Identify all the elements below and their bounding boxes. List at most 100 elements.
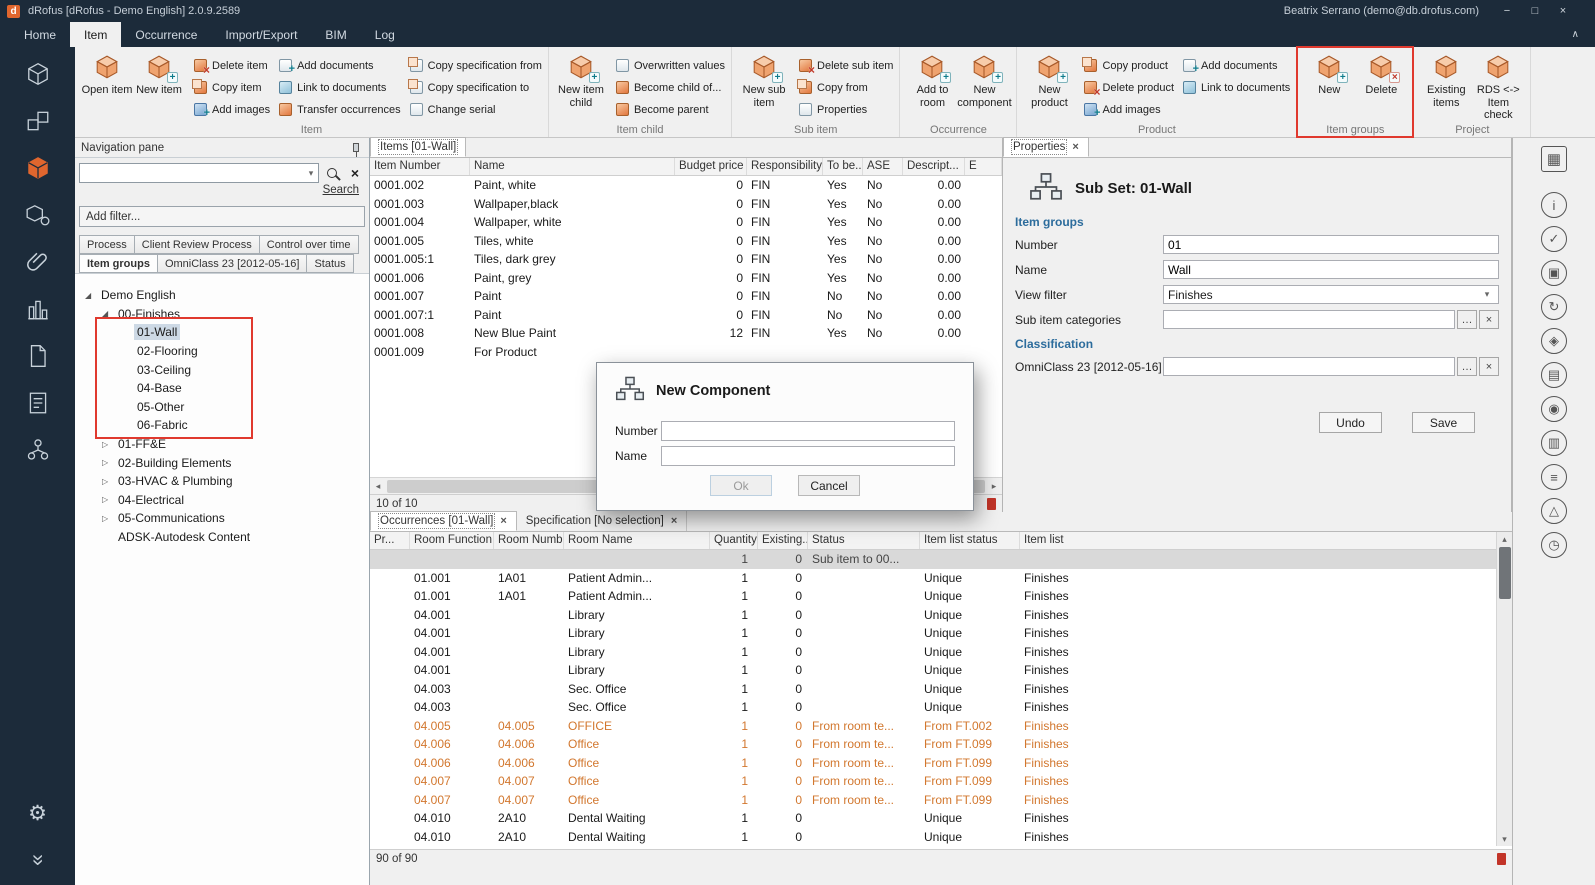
column-header[interactable]: Item list bbox=[1020, 532, 1512, 549]
products-icon[interactable] bbox=[23, 200, 53, 230]
menu-tab[interactable]: Item bbox=[70, 22, 121, 47]
pin-icon[interactable] bbox=[353, 143, 359, 152]
occurrence-row[interactable]: 04.010 2A10 Dental Waiting 1 0 Unique Fi… bbox=[370, 809, 1512, 828]
occurrence-row[interactable]: 04.006 04.006 Office 1 0 From room te...… bbox=[370, 735, 1512, 754]
items-tab[interactable]: Items [01-Wall] bbox=[370, 137, 466, 157]
ribbon-small-button[interactable]: Copy specification to bbox=[410, 80, 542, 95]
images-icon[interactable]: ▥ bbox=[1541, 430, 1567, 456]
search-input[interactable] bbox=[80, 165, 304, 181]
save-button[interactable]: Save bbox=[1412, 412, 1475, 433]
add-to-room-button[interactable]: + Add to room bbox=[906, 50, 958, 122]
minimize-button[interactable]: − bbox=[1493, 0, 1521, 22]
close-tab-icon[interactable]: × bbox=[500, 515, 506, 527]
menu-tab[interactable]: BIM bbox=[311, 22, 360, 47]
occurrence-row[interactable]: 04.010 2A10 Dental Waiting 1 0 Unique Fi… bbox=[370, 828, 1512, 847]
tree-item[interactable]: 05-Other bbox=[75, 398, 369, 417]
tree-expander-icon[interactable]: ▷ bbox=[102, 495, 115, 504]
dialog-name-field[interactable] bbox=[661, 446, 955, 466]
occurrence-row[interactable]: 04.001 Library 1 0 Unique Finishes bbox=[370, 661, 1512, 680]
filter-tab[interactable]: Status bbox=[307, 254, 353, 273]
attachments-icon[interactable] bbox=[23, 247, 53, 277]
tree-item[interactable]: ◢ 00-Finishes bbox=[75, 305, 369, 324]
tree-item[interactable]: ▷ 04-Electrical bbox=[75, 491, 369, 510]
tree-item[interactable]: 02-Flooring bbox=[75, 342, 369, 361]
item-row[interactable]: 0001.007 Paint 0 FIN No No 0.00 bbox=[370, 287, 1002, 306]
scroll-up-icon[interactable]: ▴ bbox=[1497, 532, 1513, 546]
column-header[interactable]: Pr... bbox=[370, 532, 410, 549]
tree-item[interactable]: 06-Fabric bbox=[75, 416, 369, 435]
new-item-button[interactable]: + New item bbox=[133, 50, 185, 122]
tree-expander-icon[interactable]: ▷ bbox=[102, 458, 115, 467]
column-header[interactable]: E bbox=[965, 158, 1002, 175]
tree-item[interactable]: ▷ 01-FF&E bbox=[75, 435, 369, 454]
ribbon-small-button[interactable]: Properties bbox=[799, 102, 893, 117]
tree-item[interactable]: 04-Base bbox=[75, 379, 369, 398]
column-header[interactable]: Item list status bbox=[920, 532, 1020, 549]
new-sub-item-button[interactable]: + New sub item bbox=[738, 50, 790, 122]
checklist-icon[interactable]: ✓ bbox=[1541, 226, 1567, 252]
collapse-sidebar-icon[interactable]: » bbox=[23, 845, 53, 875]
history-icon[interactable]: ◷ bbox=[1541, 532, 1567, 558]
occurrence-row[interactable]: 04.007 04.007 Office 1 0 From room te...… bbox=[370, 791, 1512, 810]
ribbon-small-button[interactable]: Become parent bbox=[616, 102, 725, 117]
tree-expander-icon[interactable]: ▷ bbox=[102, 514, 115, 523]
filter-tab[interactable]: Control over time bbox=[260, 235, 359, 254]
room-function-icon[interactable] bbox=[23, 106, 53, 136]
close-tab-icon[interactable]: × bbox=[671, 515, 677, 527]
search-combo[interactable]: ▾ bbox=[79, 163, 319, 183]
rds-item-check-button[interactable]: RDS <-> Item check bbox=[1472, 50, 1524, 122]
item-row[interactable]: 0001.006 Paint, grey 0 FIN Yes No 0.00 bbox=[370, 269, 1002, 288]
tree-expander-icon[interactable]: ◢ bbox=[102, 309, 115, 318]
delete-item-group-button[interactable]: × Delete bbox=[1355, 50, 1407, 122]
item-row[interactable]: 0001.007:1 Paint 0 FIN No No 0.00 bbox=[370, 306, 1002, 325]
scroll-down-icon[interactable]: ▾ bbox=[1497, 832, 1513, 846]
vertical-scrollbar[interactable]: ▴ ▾ bbox=[1496, 532, 1512, 846]
filter-tab[interactable]: Process bbox=[79, 235, 135, 254]
dialog-number-field[interactable] bbox=[661, 421, 955, 441]
occurrence-row[interactable]: 04.001 Library 1 0 Unique Finishes bbox=[370, 643, 1512, 662]
filter-tab[interactable]: OmniClass 23 [2012-05-16] bbox=[158, 254, 308, 273]
item-row[interactable]: 0001.005:1 Tiles, dark grey 0 FIN Yes No… bbox=[370, 250, 1002, 269]
menu-tab[interactable]: Log bbox=[361, 22, 409, 47]
clear-field-icon[interactable]: × bbox=[1479, 310, 1499, 329]
column-header[interactable]: Room Function #: bbox=[410, 532, 494, 549]
tree-expander-icon[interactable]: ▷ bbox=[102, 440, 115, 449]
filter-flag-icon[interactable] bbox=[1497, 853, 1506, 865]
sync-icon[interactable]: ↻ bbox=[1541, 294, 1567, 320]
occurrence-row[interactable]: 04.005 04.005 OFFICE 1 0 From room te...… bbox=[370, 717, 1512, 736]
tree-item[interactable]: ADSK-Autodesk Content bbox=[75, 528, 369, 547]
column-header[interactable]: Quantity bbox=[710, 532, 758, 549]
ribbon-small-button[interactable]: Delete sub item bbox=[799, 58, 893, 73]
column-header[interactable]: Budget price bbox=[675, 158, 747, 175]
ribbon-small-button[interactable]: Copy from bbox=[799, 80, 893, 95]
menu-tab[interactable]: Occurrence bbox=[121, 22, 211, 47]
chevron-down-icon[interactable]: ▾ bbox=[304, 168, 318, 179]
model-icon[interactable]: ◈ bbox=[1541, 328, 1567, 354]
occurrence-row[interactable]: 04.001 Library 1 0 Unique Finishes bbox=[370, 624, 1512, 643]
tree-item[interactable]: ▷ 02-Building Elements bbox=[75, 453, 369, 472]
new-item-child-button[interactable]: + New item child bbox=[555, 50, 607, 122]
undo-button[interactable]: Undo bbox=[1319, 412, 1382, 433]
filter-tab[interactable]: Client Review Process bbox=[135, 235, 260, 254]
occurrence-row[interactable]: 04.006 04.006 Office 1 0 From room te...… bbox=[370, 754, 1512, 773]
tree-expander-icon[interactable]: ▷ bbox=[102, 477, 115, 486]
item-row[interactable]: 0001.003 Wallpaper,black 0 FIN Yes No 0.… bbox=[370, 195, 1002, 214]
scroll-left-icon[interactable]: ◂ bbox=[370, 481, 386, 492]
occurrence-row[interactable]: 01.001 1A01 Patient Admin... 1 0 Unique … bbox=[370, 587, 1512, 606]
tree-item[interactable]: ▷ 05-Communications bbox=[75, 509, 369, 528]
column-header[interactable]: ASE bbox=[863, 158, 903, 175]
add-filter-button[interactable]: Add filter... bbox=[79, 206, 365, 227]
new-component-button[interactable]: + New component bbox=[958, 50, 1010, 122]
ribbon-small-button[interactable]: Copy product bbox=[1084, 58, 1174, 73]
existing-items-button[interactable]: Existing items bbox=[1420, 50, 1472, 122]
documents-icon[interactable]: ▤ bbox=[1541, 362, 1567, 388]
item-row[interactable]: 0001.004 Wallpaper, white 0 FIN Yes No 0… bbox=[370, 213, 1002, 232]
contacts-icon[interactable] bbox=[23, 435, 53, 465]
ribbon-small-button[interactable]: Copy specification from bbox=[410, 58, 542, 73]
tree-expander-icon[interactable]: ◢ bbox=[85, 291, 98, 300]
view-filter-select[interactable]: Finishes ▾ bbox=[1163, 285, 1499, 304]
ok-button[interactable]: Ok bbox=[710, 475, 772, 496]
scroll-right-icon[interactable]: ▸ bbox=[986, 481, 1002, 492]
column-header[interactable]: Name bbox=[470, 158, 675, 175]
sub-item-categories-field[interactable] bbox=[1163, 310, 1455, 329]
